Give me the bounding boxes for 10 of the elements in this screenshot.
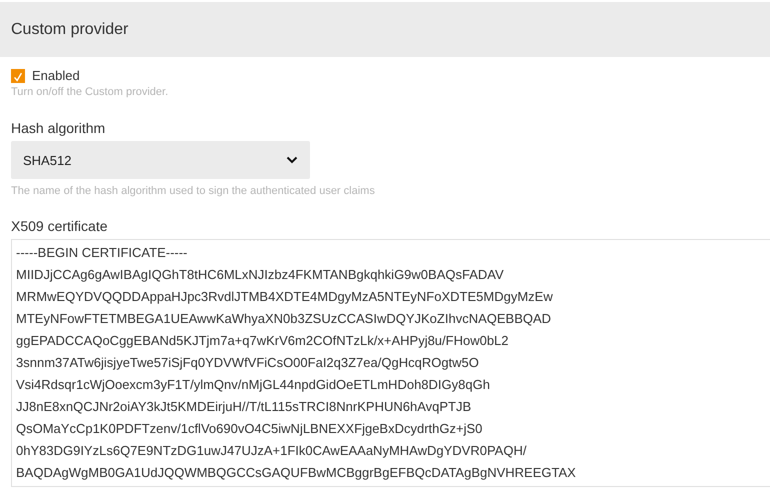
section-title: Custom provider <box>11 20 128 38</box>
chevron-down-icon <box>286 156 298 164</box>
certificate-field[interactable]: -----BEGIN CERTIFICATE----- MIIDJjCCAg6gAwIBAgIQGhT8tHC6MLxNJIzbz4FKMTANBgkqhkiG9w0BAQsFADAV MRMwEQYDVQQDDAppaHJpc3RvdlJTMB4XDTE4MDgyMzA5NTEyNFoXDTE5MDgyMzEw MTEyNFowFTETMBEGA1UEAwwKaWhyaXN0b3ZSUzCCASIwDQYJKoZIhvcNAQEBBQAD ggEPADCCAQoCggEBANd5KJTjm7a+q7wKrV6m2COfNTzLk/x+AHPyj8u/FHow0bL2 3snnm37ATw6jisjyeTwe57iSjFq0YDVWfVFiCsO00FaI2q3Z7ea/QgHcqROgtw5O Vsi4Rdsqr1cWjOoexcm3yF1T/ylmQnv/nMjGL44npdGidOeETLmHDoh8DIGy8qGh JJ8nE8xnQCJNr2oiAY3kJt5KMDEirjuH//T/tL115sTRCI8NnrKPHUN6hAvqPTJB QsOMaYcCp1K0PDFTzenv/1cflVo690vO4C5iwNjLBNEXXFjgeBxDcydrthGz+jS0 0hY83DG9IYzLs6Q7E9NTzDG1uwJ47UJzA+1FIk0CAwEAAaNyMHAwDgYDVR0PAQH/ BAQDAgWgMB0GA1UdJQQWMBQGCCsGAQUFBwMCBggrBgEFBQcDATAgBgNVHREEGTAX <box>11 239 770 487</box>
certificate-label: X509 certificate <box>11 218 108 234</box>
hash-algorithm-help-text: The name of the hash algorithm used to sign the authenticated user claims <box>11 185 376 197</box>
hash-algorithm-dropdown[interactable]: SHA512 <box>11 141 310 179</box>
enabled-checkbox[interactable] <box>11 68 25 82</box>
enabled-help-text: Turn on/off the Custom provider. <box>11 86 170 98</box>
enabled-label: Enabled <box>32 68 80 83</box>
hash-algorithm-label: Hash algorithm <box>11 120 106 136</box>
